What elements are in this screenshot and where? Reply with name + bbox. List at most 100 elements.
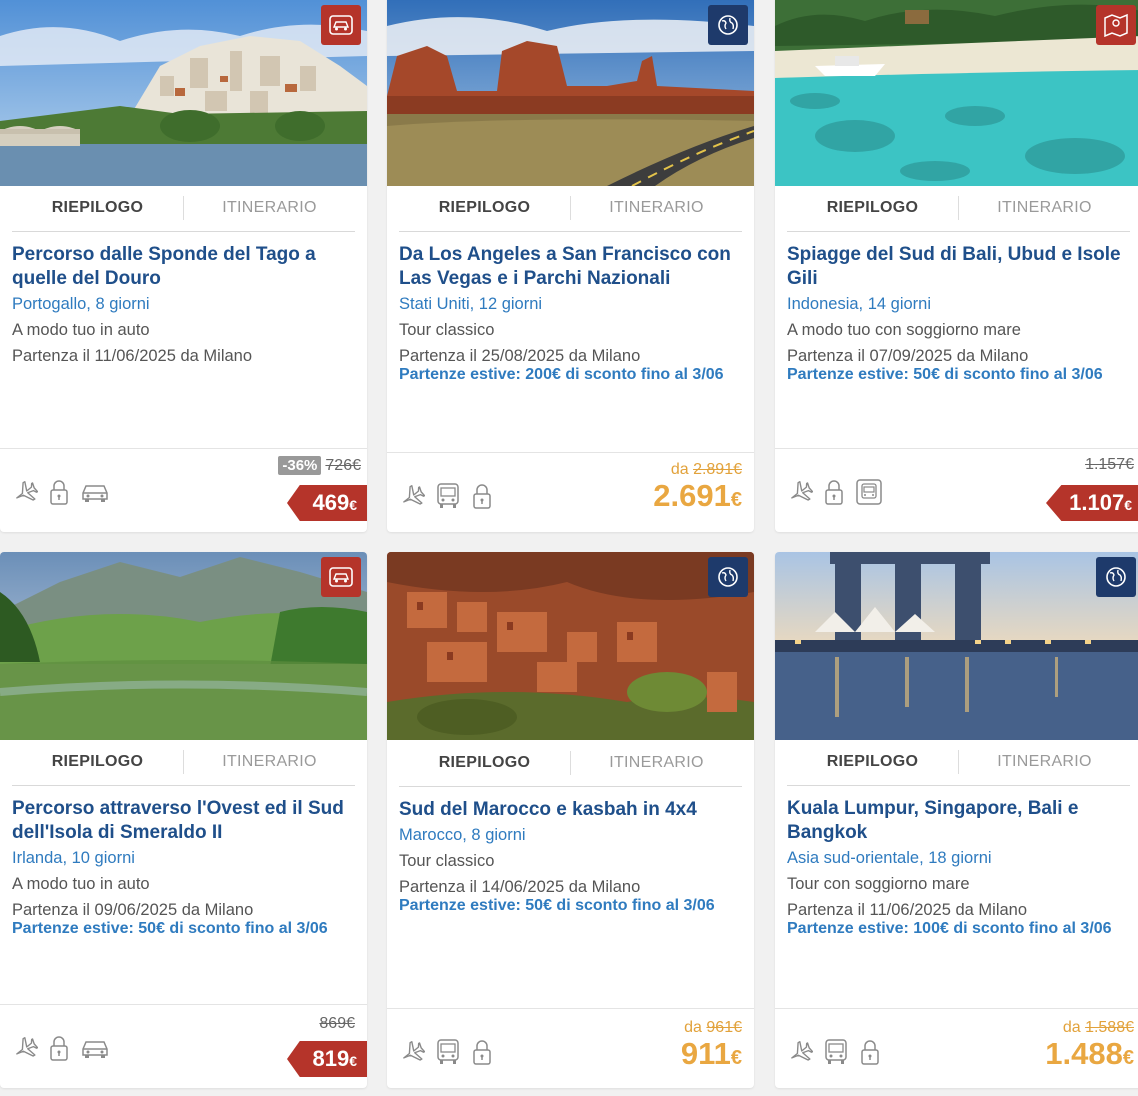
plane-icon — [16, 1037, 38, 1057]
from-label: da — [670, 461, 689, 478]
plane-icon — [403, 485, 425, 505]
tour-destination: Stati Uniti, 12 giorni — [399, 295, 543, 313]
old-price: 1.157€ — [1085, 456, 1134, 473]
plane-icon — [791, 481, 813, 501]
tour-destination: Irlanda, 10 giorni — [12, 849, 135, 867]
tour-photo[interactable] — [775, 552, 1138, 740]
from-label: da — [1062, 1019, 1081, 1036]
old-price: 869€ — [319, 1015, 355, 1032]
tour-photo[interactable] — [0, 552, 367, 740]
tour-type: Tour classico — [399, 852, 495, 870]
price: 1.488 — [1045, 1036, 1123, 1071]
tour-destination: Indonesia, 14 giorni — [787, 295, 932, 313]
tour-title[interactable]: Percorso attraverso l'Ovest ed il Sud de… — [12, 797, 357, 845]
old-price: 1.588€ — [1085, 1019, 1134, 1036]
lock-icon — [473, 1040, 491, 1065]
lock-icon — [473, 484, 491, 509]
promo-text: Partenze estive: 50€ di sconto fino al 3… — [787, 366, 1103, 383]
price-ribbon: 1.107€ — [1046, 485, 1138, 521]
promo-text: Partenze estive: 50€ di sconto fino al 3… — [12, 920, 328, 937]
tour-photo[interactable] — [387, 552, 754, 740]
tour-photo[interactable] — [775, 0, 1138, 186]
tour-card[interactable]: RIEPILOGO ITINERARIO Percorso dalle Spon… — [0, 0, 367, 532]
promo-text: Partenze estive: 200€ di sconto fino al … — [399, 366, 724, 383]
from-label: da — [684, 1019, 702, 1036]
card-tabs: RIEPILOGO ITINERARIO — [12, 196, 355, 232]
tour-title[interactable]: Percorso dalle Sponde del Tago a quelle … — [12, 243, 357, 291]
tab-itinerary[interactable]: ITINERARIO — [959, 750, 1130, 785]
plane-icon — [403, 1041, 425, 1061]
card-footer: da 1.588€ 1.488€ — [775, 1008, 1138, 1088]
price-display: 911€ — [681, 1037, 742, 1075]
currency: € — [730, 489, 742, 511]
price: 469 — [312, 490, 350, 515]
car-icon — [82, 485, 108, 502]
tab-summary[interactable]: RIEPILOGO — [399, 196, 571, 220]
tour-card[interactable]: RIEPILOGO ITINERARIO Sud del Marocco e k… — [387, 552, 754, 1088]
card-tabs: RIEPILOGO ITINERARIO — [787, 750, 1130, 786]
card-footer: 869€ 819€ — [0, 1004, 367, 1088]
old-price: 2.891€ — [693, 461, 742, 478]
transfer-icon — [856, 479, 882, 505]
card-footer: -36% 726€ 469€ — [0, 448, 367, 532]
tab-itinerary[interactable]: ITINERARIO — [571, 196, 742, 231]
price: 911 — [680, 1036, 731, 1071]
old-price: 726€ — [325, 457, 361, 474]
tab-summary[interactable]: RIEPILOGO — [12, 196, 184, 220]
price-ribbon: 819€ — [287, 1041, 367, 1077]
discount-badge: -36% — [278, 456, 322, 475]
tab-itinerary[interactable]: ITINERARIO — [571, 751, 742, 786]
tour-title[interactable]: Sud del Marocco e kasbah in 4x4 — [399, 798, 744, 822]
currency: € — [349, 497, 357, 513]
tour-destination: Portogallo, 8 giorni — [12, 295, 150, 313]
price-ribbon: 469€ — [287, 485, 367, 521]
tab-summary[interactable]: RIEPILOGO — [787, 196, 959, 220]
tab-itinerary[interactable]: ITINERARIO — [184, 196, 355, 231]
bus-icon — [437, 483, 459, 508]
tour-type: A modo tuo in auto — [12, 321, 150, 339]
car-tour-icon — [321, 5, 361, 45]
bus-icon — [437, 1039, 459, 1064]
price-display: 1.488€ — [1045, 1037, 1134, 1075]
tour-title[interactable]: Kuala Lumpur, Singapore, Bali e Bangkok — [787, 797, 1132, 845]
card-tabs: RIEPILOGO ITINERARIO — [399, 196, 742, 232]
tour-photo[interactable] — [387, 0, 754, 186]
bus-icon — [825, 1039, 847, 1064]
tour-type: A modo tuo in auto — [12, 875, 150, 893]
lock-icon — [50, 1036, 68, 1061]
tab-itinerary[interactable]: ITINERARIO — [184, 750, 355, 785]
card-footer: da 2.891€ 2.691€ — [387, 452, 754, 532]
card-tabs: RIEPILOGO ITINERARIO — [399, 751, 742, 787]
tab-summary[interactable]: RIEPILOGO — [12, 750, 184, 774]
currency: € — [1122, 1047, 1134, 1069]
currency: € — [349, 1053, 357, 1069]
tour-card[interactable]: RIEPILOGO ITINERARIO Kuala Lumpur, Singa… — [775, 552, 1138, 1088]
price: 1.107 — [1069, 490, 1125, 515]
promo-text: Partenze estive: 100€ di sconto fino al … — [787, 920, 1112, 937]
tour-card-grid: RIEPILOGO ITINERARIO Percorso dalle Spon… — [0, 0, 1138, 1096]
tour-destination: Marocco, 8 giorni — [399, 826, 526, 844]
card-footer: da 961€ 911€ — [387, 1008, 754, 1088]
lock-icon — [50, 480, 68, 505]
tour-title[interactable]: Spiagge del Sud di Bali, Ubud e Isole Gi… — [787, 243, 1132, 291]
tab-summary[interactable]: RIEPILOGO — [787, 750, 959, 774]
map-pin-icon — [1096, 5, 1136, 45]
plane-icon — [16, 481, 38, 501]
globe-icon — [708, 557, 748, 597]
globe-icon — [708, 5, 748, 45]
tour-photo[interactable] — [0, 0, 367, 186]
tour-departure: Partenza il 11/06/2025 da Milano — [12, 347, 253, 365]
tour-type: Tour con soggiorno mare — [787, 875, 970, 893]
plane-icon — [791, 1041, 813, 1061]
tour-card[interactable]: RIEPILOGO ITINERARIO Da Los Angeles a Sa… — [387, 0, 754, 532]
currency: € — [730, 1047, 742, 1069]
promo-text: Partenze estive: 50€ di sconto fino al 3… — [399, 897, 715, 914]
tour-title[interactable]: Da Los Angeles a San Francisco con Las V… — [399, 243, 744, 291]
tab-summary[interactable]: RIEPILOGO — [399, 751, 571, 775]
tour-destination: Asia sud-orientale, 18 giorni — [787, 849, 992, 867]
card-tabs: RIEPILOGO ITINERARIO — [12, 750, 355, 786]
tour-card[interactable]: RIEPILOGO ITINERARIO Spiagge del Sud di … — [775, 0, 1138, 532]
tab-itinerary[interactable]: ITINERARIO — [959, 196, 1130, 231]
old-price: 961€ — [706, 1019, 742, 1036]
tour-card[interactable]: RIEPILOGO ITINERARIO Percorso attraverso… — [0, 552, 367, 1088]
